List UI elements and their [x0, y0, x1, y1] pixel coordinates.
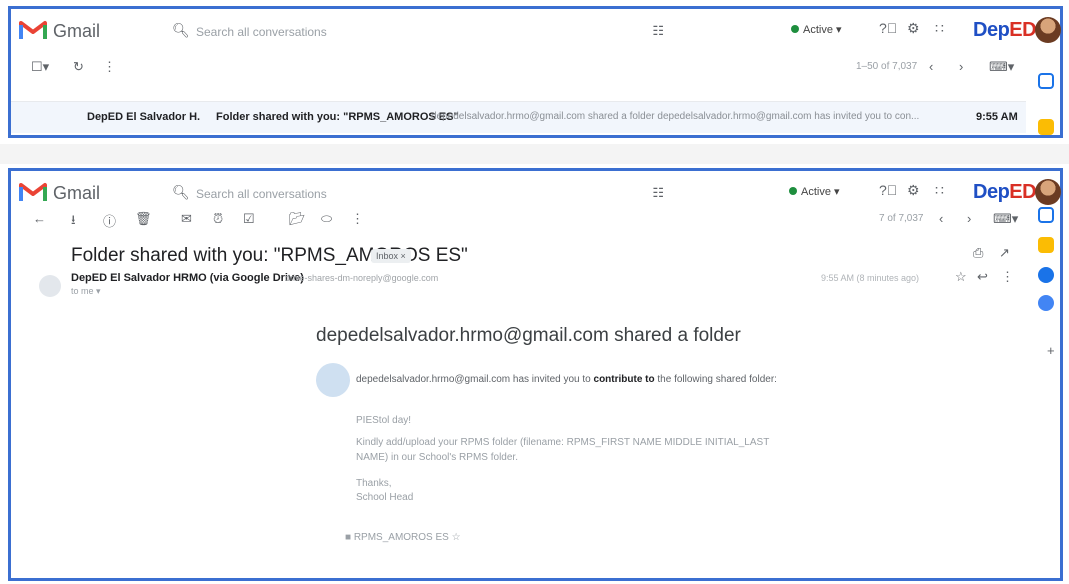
message-from-email: drive-shares-dm-noreply@google.com	[285, 273, 439, 283]
help-icon[interactable]: ?⃝	[879, 20, 897, 36]
folder-name: RPMS_AMOROS ES	[353, 532, 449, 543]
closing-thanks: Thanks,	[356, 478, 392, 489]
older-chevron-icon[interactable]: ‹	[939, 211, 943, 226]
thread-toolbar: ← ⭳ ⓘ 🗑︎ ✉ ⏰︎ ☑ 📂︎ ⬭ ⋮ 7 of 7,037 ‹ › ⌨▾	[11, 205, 1060, 235]
app-name: Gmail	[53, 21, 101, 41]
add-task-icon[interactable]: ☑	[243, 211, 255, 227]
inbox-label-chip[interactable]: Inbox ×	[371, 249, 411, 263]
pager-count: 1–50 of 7,037	[856, 61, 918, 72]
shared-folder-link[interactable]: ■ RPMS_AMOROS ES ☆	[345, 532, 461, 543]
list-toolbar: ☐▾ ↻ ⋮ 1–50 of 7,037 ‹ › ⌨▾	[11, 53, 1060, 83]
account-avatar[interactable]	[1035, 17, 1061, 43]
search-icon[interactable]: 🔍︎	[172, 184, 190, 201]
instruction-text: Kindly add/upload your RPMS folder (file…	[356, 437, 770, 463]
invite-text: depedelsalvador.hrmo@gmail.com has invit…	[356, 374, 777, 385]
newer-chevron-icon[interactable]: ›	[967, 211, 971, 226]
search-options-icon[interactable]: ☷	[652, 185, 664, 201]
more-vert-icon[interactable]: ⋮	[103, 59, 116, 75]
search-input[interactable]: Search all conversations	[196, 187, 327, 201]
sender-avatar	[39, 275, 61, 297]
thread-panel: Gmail 🔍︎ Search all conversations ☷ Acti…	[8, 168, 1063, 581]
message-from: DepED El Salvador HRMO (via Google Drive…	[71, 272, 304, 284]
move-to-icon[interactable]: 📂︎	[289, 211, 306, 227]
more-vert-icon[interactable]: ⋮	[351, 211, 364, 227]
email-subject: Folder shared with you: "RPMS_AMOROS ES"	[216, 111, 459, 123]
tasks-side-icon[interactable]	[1038, 267, 1054, 283]
back-arrow-icon[interactable]: ←	[33, 211, 46, 226]
archive-icon[interactable]: ⭳	[71, 211, 76, 233]
settings-icon[interactable]: ⚙	[907, 20, 920, 37]
deped-logo: DepED	[973, 19, 1037, 41]
select-checkbox-icon[interactable]: ☐▾	[31, 59, 49, 75]
apps-grid-icon[interactable]: ∷	[935, 182, 944, 199]
report-spam-icon[interactable]: ⓘ	[103, 211, 116, 230]
account-avatar[interactable]	[1035, 179, 1061, 205]
newer-chevron-icon[interactable]: ›	[959, 59, 963, 74]
gmail-header: Gmail 🔍︎ Search all conversations ☷ Acti…	[11, 9, 1061, 53]
email-snippet: depedelsalvador.hrmo@gmail.com shared a …	[431, 111, 920, 122]
email-row[interactable]: DepED El Salvador H. Folder shared with …	[11, 101, 1026, 133]
email-sender: DepED El Salvador H.	[87, 111, 201, 123]
greeting-text: PIEStol day!	[356, 415, 412, 426]
calendar-side-icon[interactable]	[1038, 73, 1054, 89]
search-bar[interactable]: 🔍︎ Search all conversations ☷	[166, 17, 676, 47]
mark-unread-icon[interactable]: ✉	[181, 211, 192, 227]
search-input[interactable]: Search all conversations	[196, 25, 327, 39]
reply-icon[interactable]: ↩	[977, 269, 988, 285]
deped-logo: DepED	[973, 181, 1037, 203]
status-indicator[interactable]: Active ▾	[789, 185, 840, 198]
add-addon-icon[interactable]: +	[1047, 343, 1055, 358]
keyboard-icon[interactable]: ⌨▾	[993, 211, 1018, 227]
recipient-dropdown[interactable]: to me ▾	[71, 286, 101, 297]
gmail-logo-icon[interactable]	[19, 181, 47, 203]
more-vert-icon[interactable]: ⋮	[1001, 269, 1014, 285]
print-icon[interactable]: ⎙	[973, 245, 983, 261]
sharer-avatar	[316, 363, 350, 397]
email-time: 9:55 AM	[976, 111, 1018, 123]
keyboard-icon[interactable]: ⌨▾	[989, 59, 1014, 75]
delete-icon[interactable]: 🗑︎	[135, 211, 152, 227]
active-dot-icon	[791, 25, 799, 33]
pager-count: 7 of 7,037	[879, 213, 924, 224]
status-label: Active	[801, 186, 831, 198]
keep-side-icon[interactable]	[1038, 119, 1054, 135]
older-chevron-icon[interactable]: ‹	[929, 59, 933, 74]
contacts-side-icon[interactable]	[1038, 295, 1054, 311]
status-indicator[interactable]: Active ▾	[791, 23, 842, 36]
message-time: 9:55 AM (8 minutes ago)	[821, 273, 920, 283]
app-name: Gmail	[53, 183, 101, 203]
status-label: Active	[803, 24, 833, 36]
calendar-side-icon[interactable]	[1038, 207, 1054, 223]
label-icon[interactable]: ⬭	[321, 211, 332, 227]
inbox-panel: Gmail 🔍︎ Search all conversations ☷ Acti…	[8, 6, 1063, 138]
search-icon[interactable]: 🔍︎	[172, 22, 190, 39]
gmail-logo-icon[interactable]	[19, 19, 47, 41]
keep-side-icon[interactable]	[1038, 237, 1054, 253]
active-dot-icon	[789, 187, 797, 195]
apps-grid-icon[interactable]: ∷	[935, 20, 944, 37]
open-new-window-icon[interactable]: ↗	[999, 245, 1010, 261]
search-options-icon[interactable]: ☷	[652, 23, 664, 39]
share-card-title: depedelsalvador.hrmo@gmail.com shared a …	[316, 325, 741, 346]
snooze-icon[interactable]: ⏰︎	[213, 211, 223, 227]
closing-signature: School Head	[356, 492, 414, 503]
screenshot-gap	[0, 144, 1069, 164]
refresh-icon[interactable]: ↻	[73, 59, 84, 75]
help-icon[interactable]: ?⃝	[879, 182, 897, 198]
star-icon[interactable]: ☆	[955, 269, 967, 285]
settings-icon[interactable]: ⚙	[907, 182, 920, 199]
